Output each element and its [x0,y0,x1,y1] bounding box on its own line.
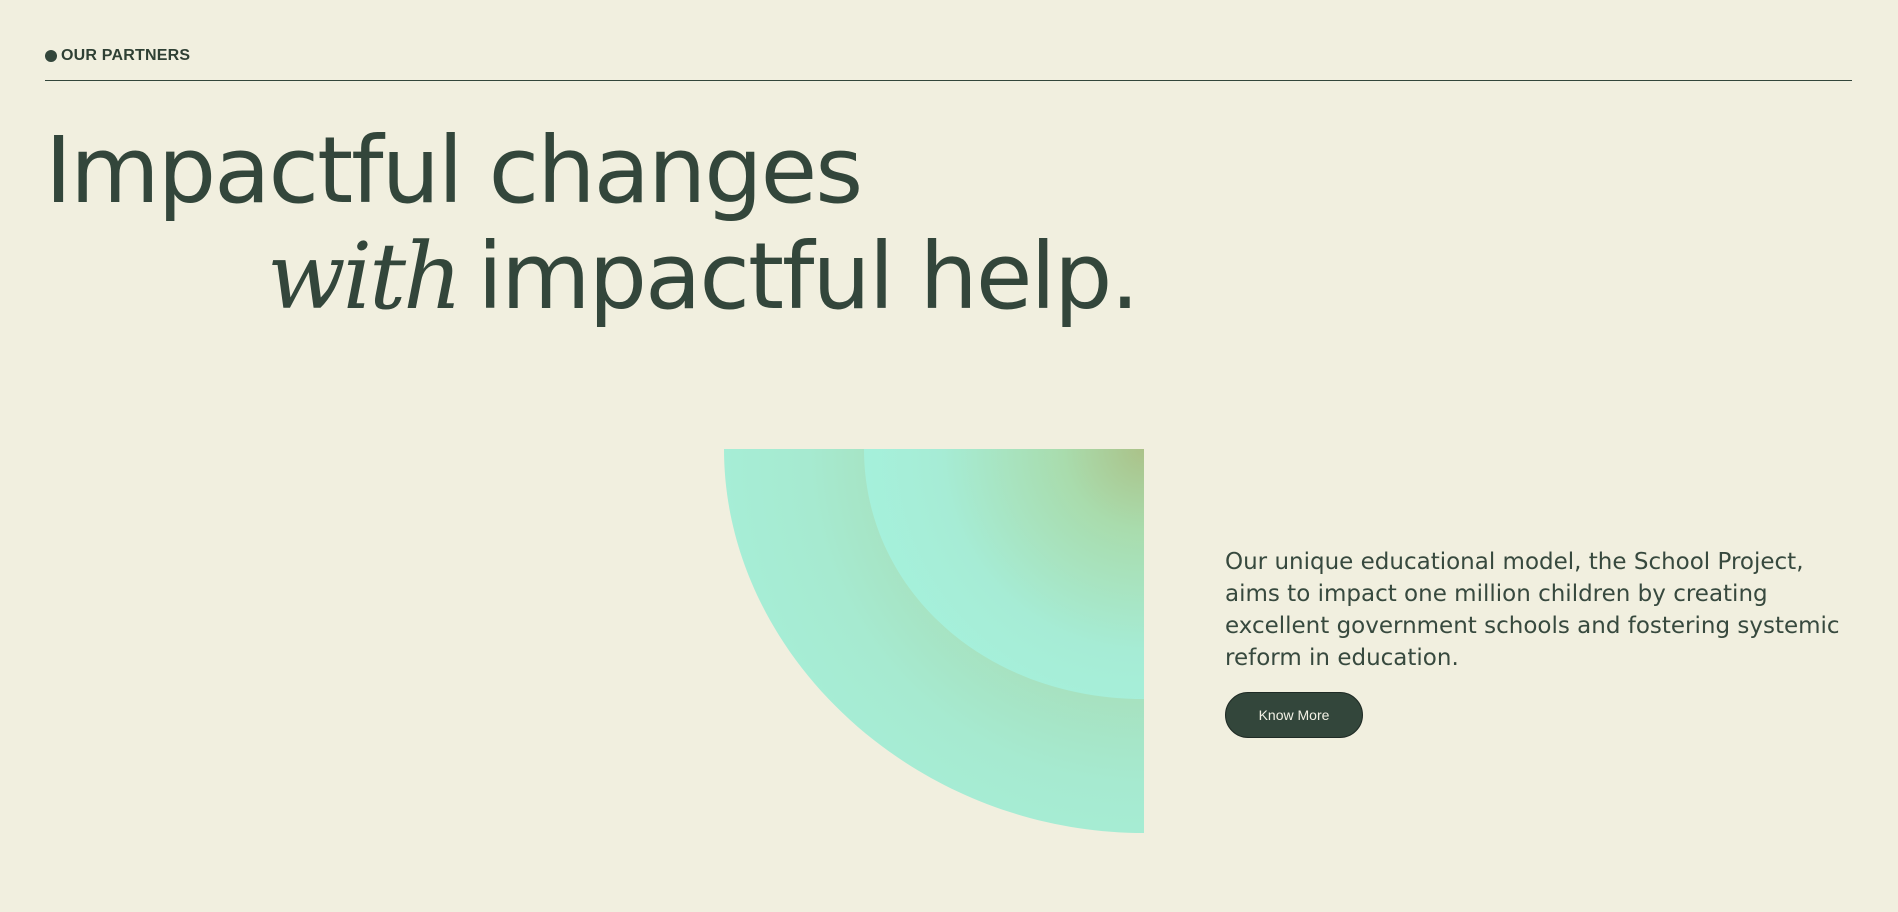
hero-headline: Impactful changes with impactful help. [45,117,1140,330]
concentric-quarter-circle-art [724,449,1144,833]
headline-italic-word: with [267,223,462,330]
dot-icon [45,50,57,62]
description-text: Our unique educational model, the School… [1225,549,1840,671]
headline-line-1: Impactful changes [45,117,863,224]
section-label: OUR PARTNERS [45,47,190,65]
section-divider [45,80,1852,81]
description-block: Our unique educational model, the School… [1225,546,1850,738]
headline-line-2-text: impactful help. [477,223,1139,330]
section-label-text: OUR PARTNERS [61,47,191,64]
headline-line-2: with impactful help. [267,223,1140,330]
artwork-svg [724,449,1144,833]
know-more-button[interactable]: Know More [1225,692,1363,738]
